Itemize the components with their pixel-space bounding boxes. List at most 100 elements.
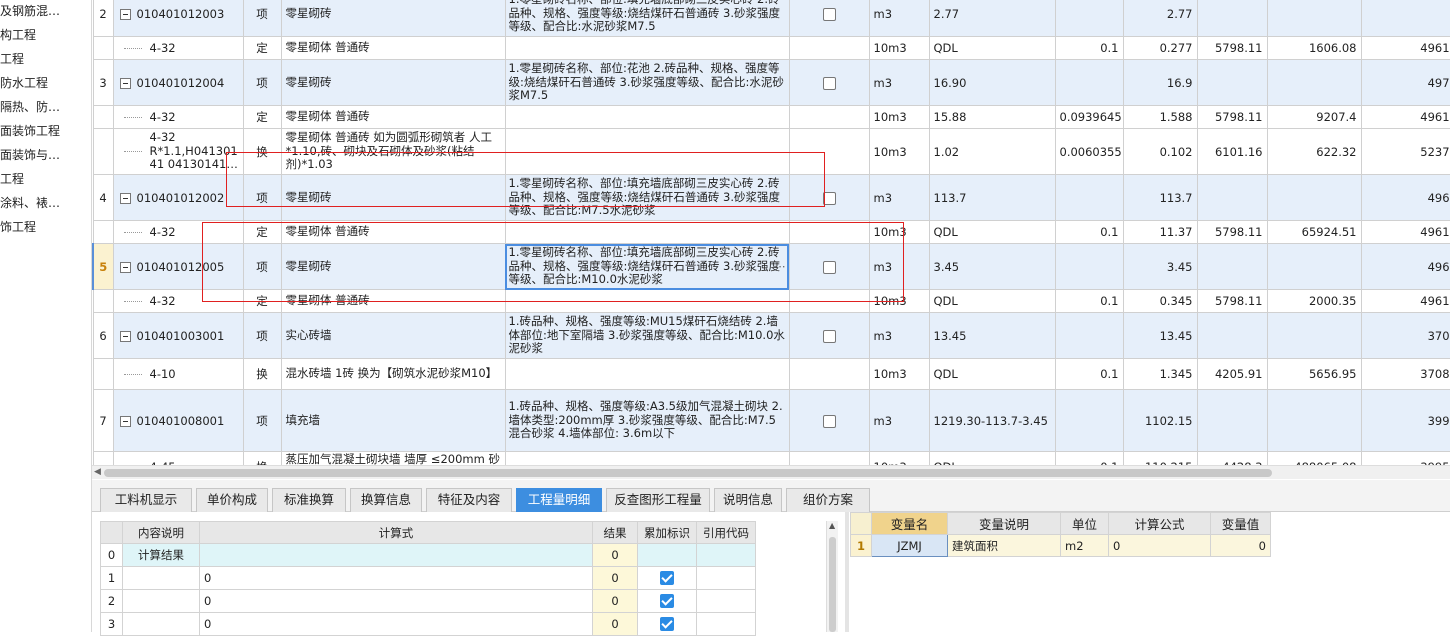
row-number[interactable] [92,36,114,60]
category-cell[interactable]: 项 [242,312,282,359]
expr-cell[interactable]: 2.77 [928,0,1056,37]
tab-2[interactable]: 标准换算 [272,488,346,512]
variable-formula[interactable]: 0 [1108,534,1211,557]
tab-0[interactable]: 工料机显示 [100,488,192,512]
qty-cell[interactable]: 0.102 [1122,128,1198,175]
expr-cell[interactable]: QDL [928,220,1056,244]
qty-cell[interactable]: 0.277 [1122,36,1198,60]
coef-cell[interactable]: 0.1 [1054,289,1124,313]
collapse-icon[interactable] [119,415,131,427]
name-cell[interactable]: 零星砌体 普通砖 [280,220,506,244]
qty-cell[interactable]: 113.7 [1122,174,1198,221]
variable-value[interactable]: 0 [1210,534,1271,557]
unit-price-cell[interactable]: 3995.5 [1360,451,1450,465]
tab-4[interactable]: 特征及内容 [426,488,512,512]
unit-cell[interactable]: m3 [868,59,930,106]
total-cell[interactable]: 2000.35 [1266,289,1362,313]
detail-desc[interactable] [122,612,200,636]
coef-cell[interactable] [1054,0,1124,37]
expr-cell[interactable]: 1219.30-113.7-3.45 [928,389,1056,452]
panel-splitter[interactable] [845,512,849,632]
total-cell[interactable] [1266,59,1362,106]
detail-ref-code[interactable] [696,543,756,567]
sidebar-item[interactable]: 饰工程 [0,216,91,240]
tab-8[interactable]: 组价方案 [786,488,870,512]
detail-header[interactable]: 内容说明 [122,521,200,544]
feature-cell[interactable]: 1.零星砌砖名称、部位:花池 2.砖品种、规格、强度等级:烧结煤矸石普通砖 3.… [504,59,790,106]
sidebar-item[interactable]: 面装饰工程 [0,120,91,144]
name-cell[interactable]: 零星砌体 普通砖 [280,105,506,129]
detail-expr[interactable]: 0 [199,589,593,613]
variable-header[interactable]: 计算公式 [1108,512,1211,535]
main-checkbox-cell[interactable] [788,105,870,129]
coef-cell[interactable] [1054,243,1124,290]
table-row[interactable]: 2 010401012003 项零星砌砖1.零星砌砖名称、部位:填充墙底部砌三皮实心… [92,0,1450,37]
price-cell[interactable]: 5798.11 [1196,289,1268,313]
tab-5[interactable]: 工程量明细 [516,488,602,512]
row-number[interactable] [92,358,114,390]
detail-ref-code[interactable] [696,612,756,636]
expr-cell[interactable]: QDL [928,289,1056,313]
table-row[interactable]: 4-32 R*1.1,H041301 41 04130141… 换零星砌体 普通砖… [92,128,1450,175]
detail-result[interactable]: 0 [592,543,638,567]
unit-cell[interactable]: m3 [868,0,930,37]
unit-cell[interactable]: 10m3 [868,358,930,390]
name-cell[interactable]: 零星砌砖 [280,174,506,221]
detail-desc[interactable] [122,566,200,590]
qty-cell[interactable]: 1.345 [1122,358,1198,390]
accumulate-checkbox[interactable] [660,571,674,586]
category-cell[interactable]: 换 [242,358,282,390]
main-checkbox-cell[interactable] [788,358,870,390]
category-cell[interactable]: 定 [242,105,282,129]
unit-cell[interactable]: 10m3 [868,105,930,129]
detail-accumulate[interactable] [637,543,697,567]
unit-price-cell[interactable]: 496.1 [1360,174,1450,221]
row-number[interactable]: 6 [92,312,114,359]
expr-cell[interactable]: QDL [928,451,1056,465]
sidebar-item[interactable]: 面装饰与… [0,144,91,168]
name-cell[interactable]: 零星砌体 普通砖 [280,289,506,313]
unit-price-cell[interactable]: 496.1 [1360,243,1450,290]
price-cell[interactable]: 4428.3 [1196,451,1268,465]
total-cell[interactable]: 488065.08 [1266,451,1362,465]
detail-header[interactable]: 引用代码 [696,521,756,544]
row-number[interactable] [92,128,114,175]
scroll-left-icon[interactable]: ◀ [94,467,101,477]
coef-cell[interactable]: 0.0060355 [1054,128,1124,175]
name-cell[interactable]: 零星砌砖 [280,0,506,37]
tab-1[interactable]: 单价构成 [196,488,268,512]
expr-cell[interactable]: QDL [928,36,1056,60]
total-cell[interactable]: 9207.4 [1266,105,1362,129]
detail-header[interactable]: 累加标识 [637,521,697,544]
feature-cell[interactable]: 1.砖品种、规格、强度等级:MU15煤矸石烧结砖 2.墙体部位:地下室隔墙 3.… [504,312,790,359]
unit-price-cell[interactable]: 370.8 [1360,312,1450,359]
main-checkbox-cell[interactable] [788,312,870,359]
variable-unit[interactable]: m2 [1060,534,1109,557]
unit-cell[interactable]: m3 [868,243,930,290]
feature-cell[interactable] [504,128,790,175]
detail-desc[interactable]: 计算结果 [122,543,200,567]
table-row[interactable]: 7 010401008001 项填充墙 1.砖品种、规格、强度等级:A3.5级加气混凝… [92,389,1450,452]
code-cell[interactable]: 4-32 [112,105,244,129]
variable-header[interactable]: 变量名 [871,512,948,535]
name-cell[interactable]: 零星砌体 普通砖 如为圆弧形砌筑者 人工*1.10,砖、砌块及石砌体及砂浆(粘结… [280,128,506,175]
code-cell[interactable]: 4-10 [112,358,244,390]
main-checkbox-cell[interactable] [788,59,870,106]
scroll-up-icon[interactable]: ▲ [829,521,835,530]
coef-cell[interactable]: 0.1 [1054,36,1124,60]
expr-cell[interactable]: QDL [928,358,1056,390]
main-checkbox-cell[interactable] [788,451,870,465]
horizontal-scrollbar[interactable]: ◀ [92,465,1450,479]
price-cell[interactable] [1196,174,1268,221]
code-cell[interactable]: 4-45 [112,451,244,465]
table-row[interactable]: 4-32 定零星砌体 普通砖 10m3 15.88 0.0939645 1.588 5798… [92,105,1450,129]
price-cell[interactable] [1196,59,1268,106]
category-cell[interactable]: 项 [242,243,282,290]
row-number[interactable] [92,451,114,465]
expr-cell[interactable]: 113.7 [928,174,1056,221]
category-cell[interactable]: 项 [242,59,282,106]
expr-cell[interactable]: 16.90 [928,59,1056,106]
total-cell[interactable] [1266,0,1362,37]
total-cell[interactable]: 1606.08 [1266,36,1362,60]
code-cell[interactable]: 010401003001 [112,312,244,359]
